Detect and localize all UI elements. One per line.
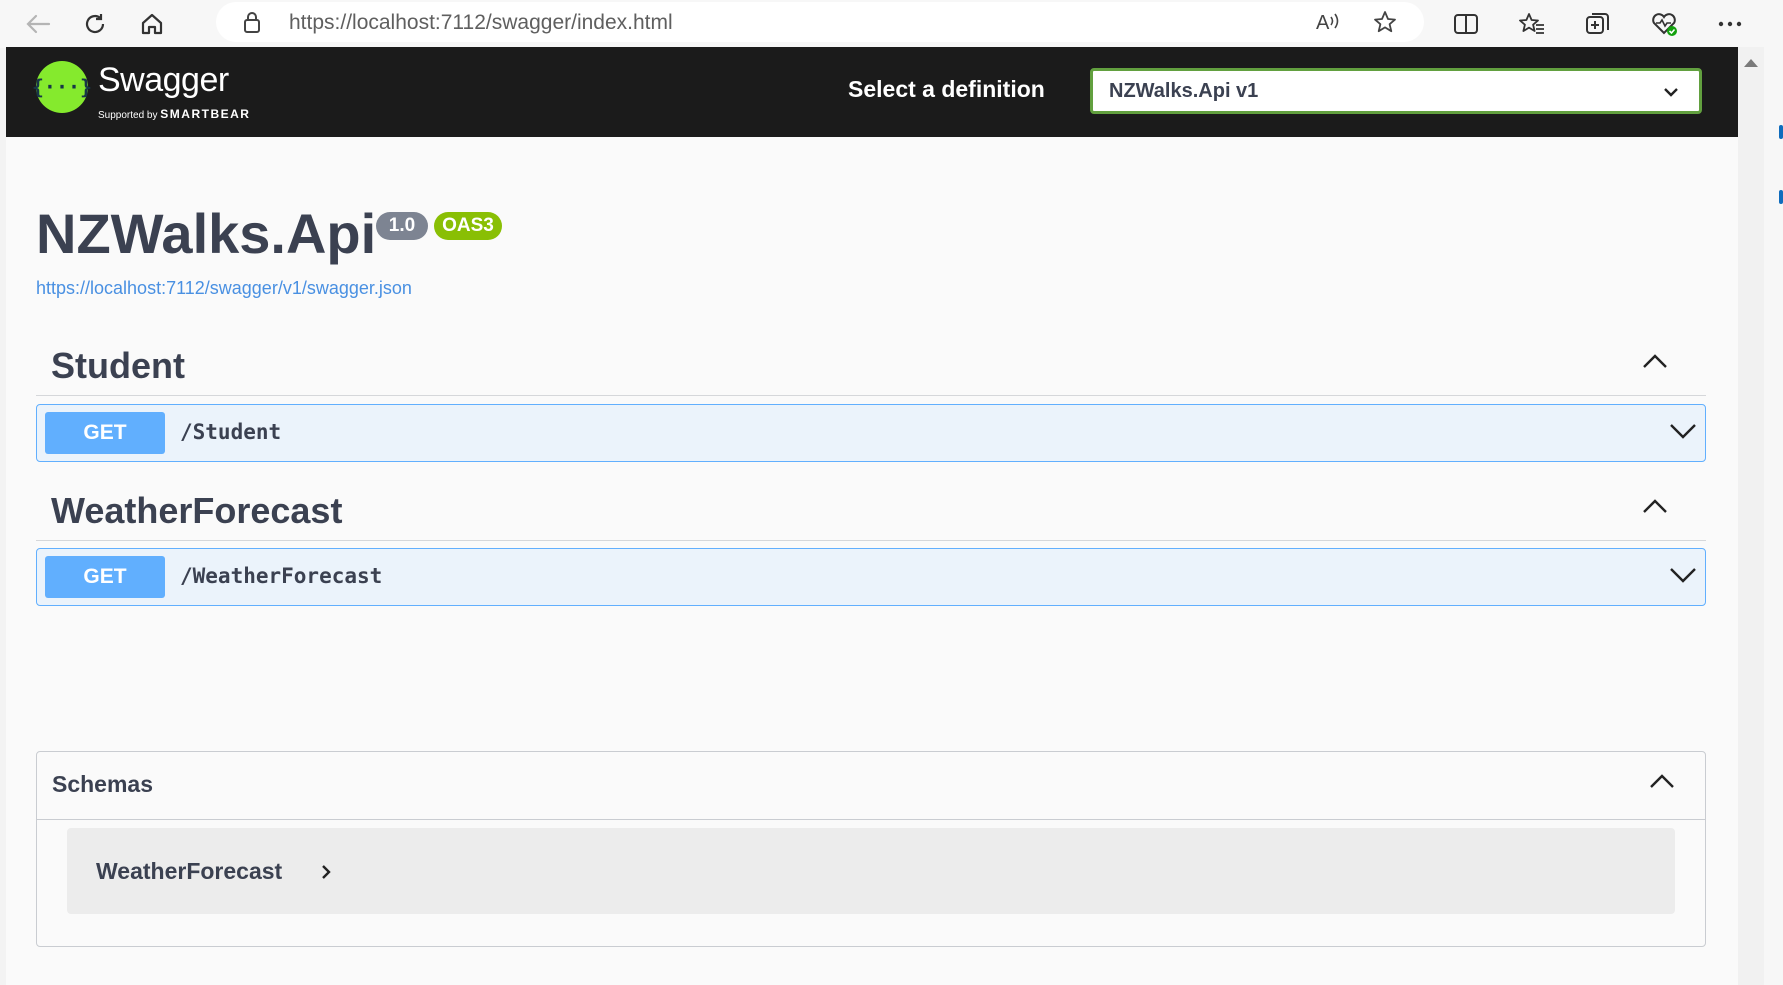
tag-section-student[interactable]: Student bbox=[36, 329, 1706, 396]
chevron-up-icon[interactable] bbox=[1642, 353, 1668, 374]
back-icon[interactable] bbox=[18, 4, 58, 44]
chevron-down-icon[interactable] bbox=[1669, 422, 1697, 445]
page-scrollbar[interactable] bbox=[1738, 47, 1764, 985]
sidebar-indicator bbox=[1779, 190, 1783, 204]
model-weatherforecast[interactable]: WeatherForecast bbox=[67, 828, 1675, 914]
operation-path[interactable]: /WeatherForecast bbox=[180, 564, 382, 588]
chevron-down-icon[interactable] bbox=[1669, 566, 1697, 589]
schemas-title[interactable]: Schemas bbox=[52, 771, 153, 798]
tag-section-weatherforecast[interactable]: WeatherForecast bbox=[36, 474, 1706, 541]
url-text[interactable]: https://localhost:7112/swagger/index.htm… bbox=[289, 11, 673, 35]
schemas-header[interactable]: Schemas bbox=[37, 752, 1705, 820]
page-viewport: {···} Swagger Supported by SMARTBEAR Sel… bbox=[6, 47, 1738, 985]
sidebar-edge bbox=[1764, 47, 1783, 985]
definition-select[interactable]: NZWalks.Api v1 bbox=[1090, 68, 1702, 114]
read-aloud-icon[interactable]: A bbox=[1314, 9, 1342, 40]
chevron-up-icon[interactable] bbox=[1649, 773, 1675, 794]
chevron-down-icon[interactable] bbox=[1663, 84, 1679, 102]
refresh-icon[interactable] bbox=[75, 4, 115, 44]
browser-toolbar: https://localhost:7112/swagger/index.htm… bbox=[0, 0, 1783, 48]
swagger-brand[interactable]: Swagger bbox=[98, 61, 229, 100]
swagger-topbar: {···} Swagger Supported by SMARTBEAR Sel… bbox=[6, 47, 1738, 137]
model-name[interactable]: WeatherForecast bbox=[96, 858, 282, 885]
home-icon[interactable] bbox=[132, 4, 172, 44]
operation-get-student[interactable]: GET /Student bbox=[36, 404, 1706, 462]
tag-name[interactable]: Student bbox=[51, 345, 185, 387]
version-badge: 1.0 bbox=[376, 212, 428, 240]
swagger-logo-icon[interactable]: {···} bbox=[32, 61, 92, 113]
lock-icon[interactable] bbox=[242, 10, 262, 39]
operation-get-weatherforecast[interactable]: GET /WeatherForecast bbox=[36, 548, 1706, 606]
chevron-up-icon[interactable] bbox=[1642, 498, 1668, 519]
supported-by-text: Supported by bbox=[98, 110, 158, 121]
oas-badge: OAS3 bbox=[434, 212, 502, 240]
chevron-right-icon[interactable] bbox=[321, 864, 331, 885]
http-method-badge[interactable]: GET bbox=[45, 556, 165, 598]
split-screen-icon[interactable] bbox=[1446, 4, 1486, 44]
definition-label: Select a definition bbox=[848, 76, 1045, 102]
scroll-up-arrow-icon[interactable] bbox=[1744, 59, 1758, 67]
favorites-icon[interactable] bbox=[1512, 4, 1552, 44]
favorite-star-icon[interactable] bbox=[1372, 9, 1398, 40]
operation-path[interactable]: /Student bbox=[180, 420, 281, 444]
http-method-badge[interactable]: GET bbox=[45, 412, 165, 454]
spec-json-link[interactable]: https://localhost:7112/swagger/v1/swagge… bbox=[36, 278, 412, 299]
swagger-supported-by: Supported by SMARTBEAR bbox=[98, 107, 250, 121]
tag-name[interactable]: WeatherForecast bbox=[51, 490, 342, 532]
smartbear-text: SMARTBEAR bbox=[160, 107, 251, 121]
schemas-section: Schemas WeatherForecast bbox=[36, 751, 1706, 947]
api-title: NZWalks.Api bbox=[36, 202, 377, 265]
browser-essentials-icon[interactable] bbox=[1644, 4, 1684, 44]
sidebar-indicator bbox=[1779, 125, 1783, 139]
collections-icon[interactable] bbox=[1578, 4, 1618, 44]
definition-select-value[interactable]: NZWalks.Api v1 bbox=[1109, 80, 1258, 103]
svg-text:A: A bbox=[1316, 12, 1330, 34]
address-bar[interactable]: https://localhost:7112/swagger/index.htm… bbox=[216, 2, 1424, 42]
more-icon[interactable] bbox=[1710, 4, 1750, 44]
